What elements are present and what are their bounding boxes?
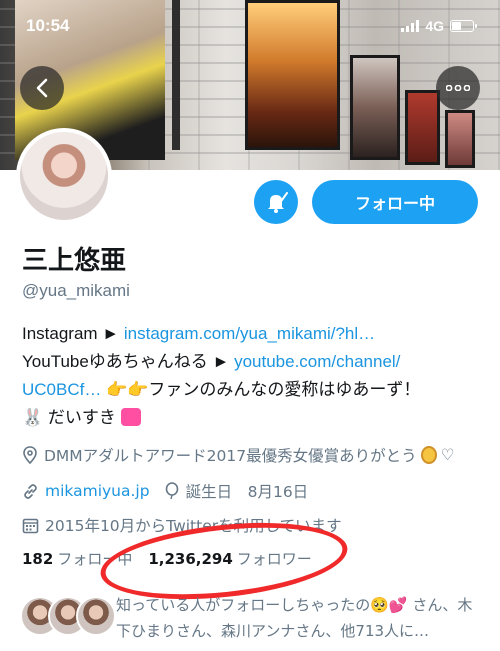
- followers-you-know-text: 知っている人がフォローしちゃったの🥺💕 さん、木 下ひまりさん、森川アンナさん、…: [116, 592, 491, 644]
- banner-poster: [405, 90, 440, 165]
- youtube-link[interactable]: youtube.com/channel/: [234, 352, 400, 371]
- banner-poster: [350, 55, 400, 160]
- bio-text: Instagram ►: [22, 324, 124, 343]
- followers-count[interactable]: 1,236,294: [148, 550, 232, 568]
- follower-avatar: [76, 596, 116, 636]
- heart-icon: [120, 408, 141, 426]
- followers-line: 下ひまりさん、森川アンナさん、他713人に…: [116, 622, 430, 640]
- followers-you-know[interactable]: 知っている人がフォローしちゃったの🥺💕 さん、木 下ひまりさん、森川アンナさん、…: [20, 592, 490, 648]
- birthday-text: 誕生日 8月16日: [185, 483, 309, 501]
- bio-text: 👉👉ファンのみんなの愛称はゆあーず！: [101, 380, 421, 399]
- location-suffix: ♡: [440, 446, 455, 464]
- profile-handle: @yua_mikami: [22, 281, 130, 300]
- battery-icon: [450, 20, 477, 32]
- status-indicators: 4G: [401, 18, 477, 34]
- following-button[interactable]: フォロー中: [312, 180, 478, 224]
- calendar-icon: [22, 518, 39, 533]
- chevron-left-icon: [36, 78, 48, 98]
- ellipsis-icon: [446, 85, 470, 91]
- following-label[interactable]: フォロー中: [57, 548, 132, 569]
- more-options-button[interactable]: [436, 66, 480, 110]
- signal-icon: [401, 20, 420, 32]
- link-icon: [24, 483, 37, 499]
- following-count[interactable]: 182: [22, 550, 53, 568]
- profile-bio: Instagram ► instagram.com/yua_mikami/?hl…: [22, 320, 482, 432]
- profile-name: 三上悠亜: [22, 246, 127, 276]
- joined-text: 2015年10月からTwitterを利用しています: [45, 517, 342, 535]
- location-text: DMMアダルトアワード2017最優秀女優賞ありがとう: [44, 447, 417, 465]
- network-label: 4G: [425, 18, 444, 34]
- bio-text: 🐰 だいすき: [22, 408, 116, 427]
- profile-joined: 2015年10月からTwitterを利用しています: [22, 514, 342, 536]
- youtube-link-cont[interactable]: UC0BCf…: [22, 380, 101, 399]
- website-link[interactable]: mikamiyua.jp: [45, 482, 150, 500]
- banner-poster: [445, 110, 475, 168]
- instagram-link[interactable]: instagram.com/yua_mikami/?hl…: [124, 324, 375, 343]
- status-bar: 10:54 4G: [26, 14, 477, 38]
- profile-location: DMMアダルトアワード2017最優秀女優賞ありがとう ♡: [22, 444, 455, 466]
- profile-stats: 182 フォロー中 1,236,294 フォロワー: [22, 548, 312, 569]
- notifications-toggle-button[interactable]: [254, 180, 298, 224]
- medal-icon: [420, 446, 437, 464]
- back-button[interactable]: [20, 66, 64, 110]
- profile-avatar[interactable]: [16, 128, 112, 224]
- bio-text: YouTubeゆあちゃんねる ►: [22, 352, 235, 371]
- location-pin-icon: [23, 446, 37, 464]
- balloon-icon: [165, 482, 178, 500]
- status-time: 10:54: [26, 16, 70, 35]
- followers-label[interactable]: フォロワー: [237, 548, 312, 569]
- profile-website-birthday: mikamiyua.jp 誕生日 8月16日: [22, 480, 308, 502]
- bell-check-icon: [268, 192, 288, 213]
- followers-line: 知っている人がフォローしちゃったの🥺💕 さん、木: [116, 596, 473, 614]
